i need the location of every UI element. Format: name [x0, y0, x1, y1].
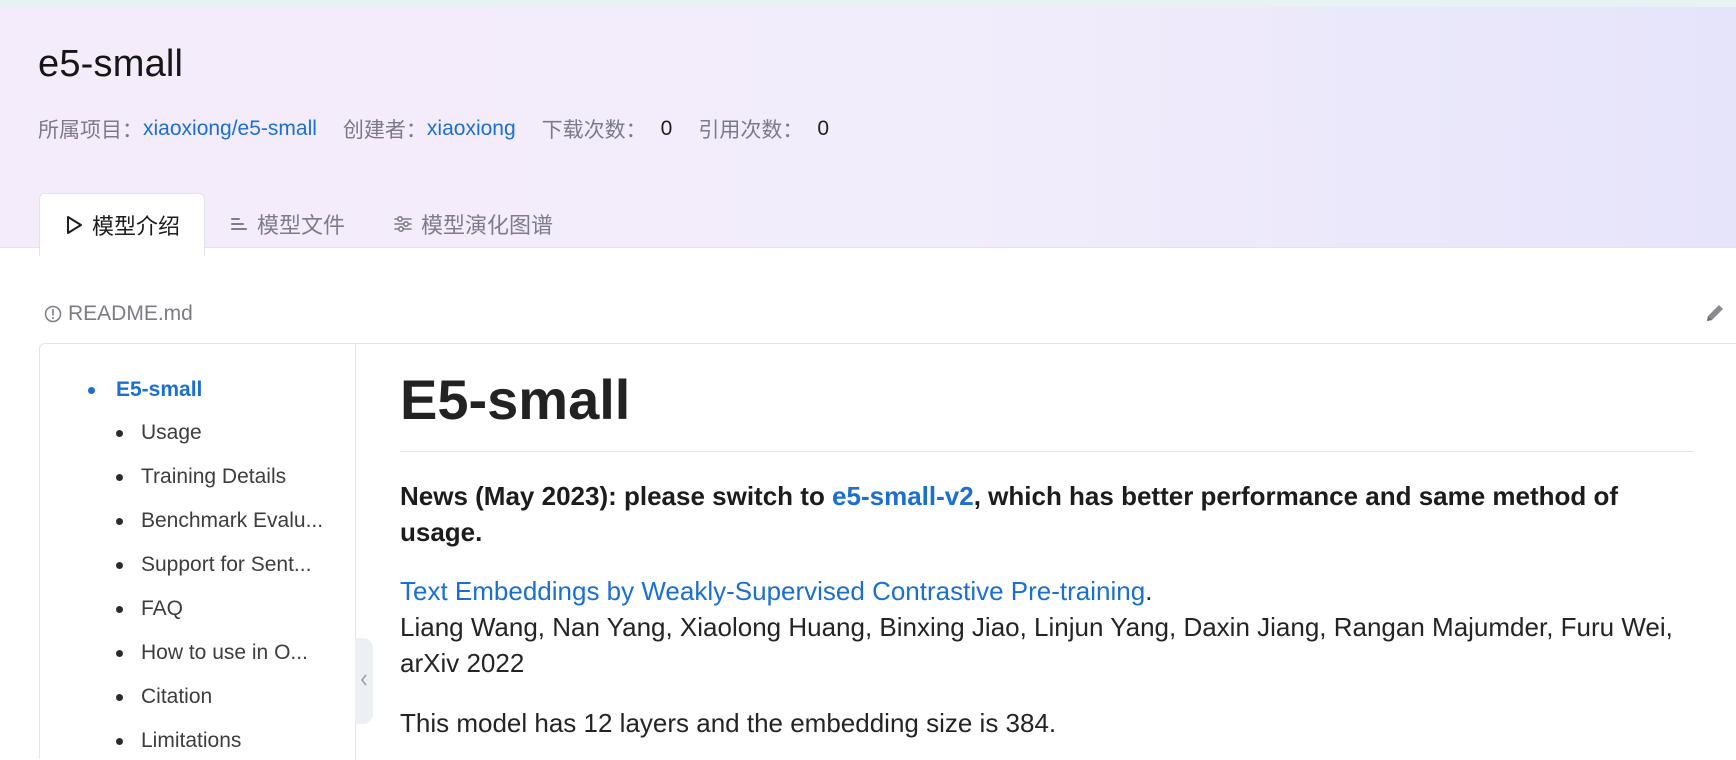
downloads-count: 0: [660, 117, 673, 140]
tab-model-evolution[interactable]: 模型演化图谱: [369, 193, 577, 255]
info-circle-icon: [44, 305, 62, 323]
creator-label: 创建者：: [342, 119, 427, 142]
toc-item[interactable]: Limitations: [116, 729, 241, 753]
readme-content: E5-small News (May 2023): please switch …: [400, 367, 1694, 741]
table-of-contents: E5-small Usage Training Details Benchmar…: [40, 344, 356, 760]
toc-item[interactable]: FAQ: [116, 597, 183, 621]
tab-label: 模型文件: [257, 213, 346, 238]
paper-paragraph: Text Embeddings by Weakly-Supervised Con…: [400, 576, 1673, 678]
chevron-left-icon: [360, 674, 368, 689]
sliders-icon: [393, 214, 413, 234]
readme-filename: README.md: [44, 302, 193, 326]
toc-item-e5-small[interactable]: E5-small: [88, 378, 202, 402]
pencil-icon: [1704, 302, 1726, 329]
citations-count: 0: [817, 117, 830, 140]
toc-collapse-handle[interactable]: [355, 638, 373, 724]
authors-text: Liang Wang, Nan Yang, Xiaolong Huang, Bi…: [400, 612, 1673, 678]
model-info-paragraph: This model has 12 layers and the embeddi…: [400, 708, 1057, 738]
creator-link[interactable]: xiaoxiong: [427, 117, 516, 141]
model-meta: 所属项目： xiaoxiong/e5-small 创建者： xiaoxiong …: [38, 114, 829, 144]
readme-filename-text: README.md: [68, 302, 193, 325]
e5-small-v2-link[interactable]: e5-small-v2: [832, 481, 974, 511]
model-tabs: 模型介绍 模型文件 模型演化图谱: [39, 193, 577, 256]
downloads-label: 下载次数：: [541, 119, 647, 142]
toc-item[interactable]: How to use in O...: [116, 641, 308, 665]
file-lines-icon: [229, 214, 249, 234]
news-paragraph: News (May 2023): please switch to e5-sma…: [400, 481, 1619, 547]
toc-item[interactable]: Benchmark Evalu...: [116, 509, 323, 533]
toc-item[interactable]: Citation: [116, 685, 212, 709]
project-label: 所属项目：: [38, 119, 143, 142]
model-header: e5-small 所属项目： xiaoxiong/e5-small 创建者： x…: [0, 0, 1736, 256]
page-title: e5-small: [38, 43, 184, 85]
paper-link[interactable]: Text Embeddings by Weakly-Supervised Con…: [400, 576, 1145, 606]
toc-item[interactable]: Training Details: [116, 465, 286, 489]
toc-item[interactable]: Usage: [116, 421, 202, 445]
citations-label: 引用次数：: [698, 119, 804, 142]
tab-label: 模型介绍: [92, 214, 181, 239]
tab-model-intro[interactable]: 模型介绍: [39, 193, 206, 256]
play-outline-icon: [64, 215, 84, 235]
tab-label: 模型演化图谱: [421, 213, 554, 238]
tab-model-files[interactable]: 模型文件: [205, 193, 369, 255]
toc-item[interactable]: Support for Sent...: [116, 553, 311, 577]
edit-readme-button[interactable]: [1703, 303, 1727, 327]
doc-heading: E5-small: [400, 367, 1694, 452]
project-link[interactable]: xiaoxiong/e5-small: [143, 117, 317, 141]
